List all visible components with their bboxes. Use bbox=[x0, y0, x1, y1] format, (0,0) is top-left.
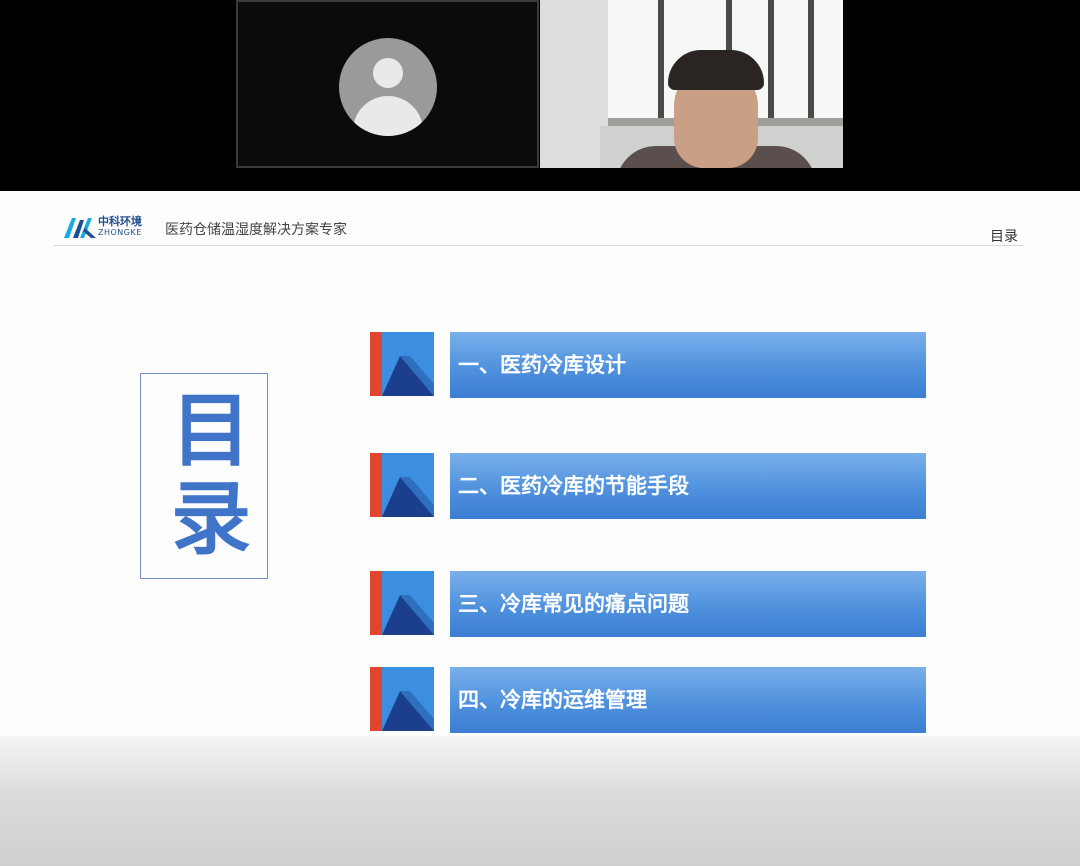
logo-en-text: ZHONGKE bbox=[98, 228, 142, 237]
toc-item: 一、医药冷库设计 bbox=[370, 332, 926, 398]
logo-cn-text: 中科环境 bbox=[98, 215, 142, 228]
slide-section-label: 目录 bbox=[990, 229, 1018, 245]
shared-slide: 中科环境 ZHONGKE 医药仓储温湿度解决方案专家 目录 目录 一、医药冷库设… bbox=[0, 191, 1080, 866]
slide-bottom-fade bbox=[0, 736, 1080, 866]
slide-tagline: 医药仓储温湿度解决方案专家 bbox=[165, 222, 347, 238]
toc-item-label: 二、医药冷库的节能手段 bbox=[450, 453, 926, 519]
participant-tile-camera[interactable] bbox=[540, 0, 843, 168]
toc-item: 二、医药冷库的节能手段 bbox=[370, 453, 926, 519]
toc-item-icon bbox=[370, 571, 434, 635]
company-logo: 中科环境 ZHONGKE bbox=[64, 216, 144, 240]
header-divider bbox=[54, 245, 1024, 246]
toc-item-icon bbox=[370, 667, 434, 731]
toc-item-label: 一、医药冷库设计 bbox=[450, 332, 926, 398]
toc-title-box: 目录 bbox=[140, 373, 268, 579]
toc-title: 目录 bbox=[158, 388, 251, 564]
participant-tile-no-video[interactable] bbox=[236, 0, 539, 168]
toc-item: 三、冷库常见的痛点问题 bbox=[370, 571, 926, 637]
toc-item-icon bbox=[370, 453, 434, 517]
toc-item-label: 三、冷库常见的痛点问题 bbox=[450, 571, 926, 637]
company-logo-icon bbox=[64, 218, 96, 238]
toc-item-icon bbox=[370, 332, 434, 396]
video-strip bbox=[0, 0, 1080, 190]
user-avatar-icon bbox=[339, 38, 437, 136]
toc-item-label: 四、冷库的运维管理 bbox=[450, 667, 926, 733]
toc-item: 四、冷库的运维管理 bbox=[370, 667, 926, 733]
